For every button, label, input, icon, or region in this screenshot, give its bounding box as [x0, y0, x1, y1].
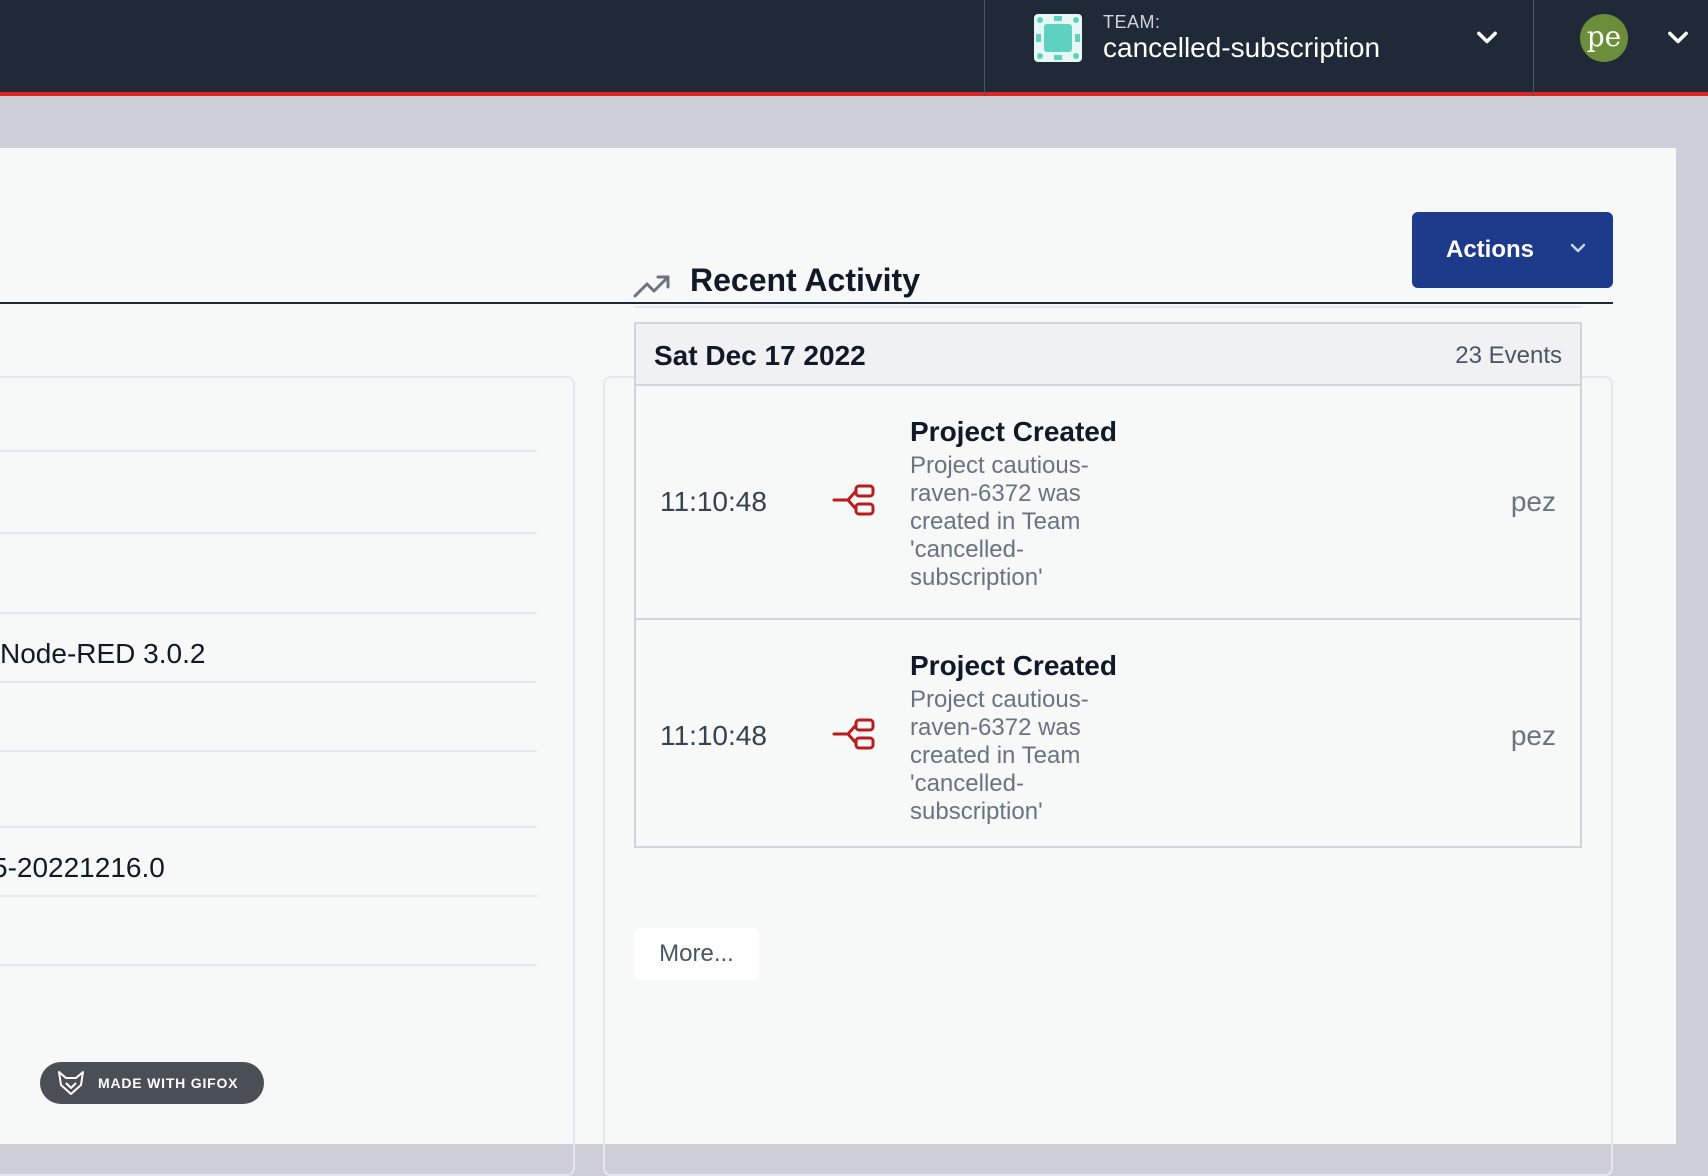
- event-time: 11:10:48: [660, 720, 767, 751]
- user-avatar[interactable]: pe: [1580, 14, 1628, 62]
- gifox-watermark: MADE WITH GIFOX: [40, 1062, 264, 1104]
- team-switcher[interactable]: TEAM: cancelled-subscription: [984, 0, 1534, 96]
- fox-icon: [58, 1071, 84, 1095]
- chevron-down-icon[interactable]: [1473, 24, 1501, 52]
- event-user: pez: [1510, 486, 1556, 517]
- row-divider: [0, 532, 537, 534]
- activity-day-header: Sat Dec 17 2022 23 Events: [636, 324, 1580, 386]
- event-user: pez: [1510, 720, 1556, 751]
- row-divider: [0, 681, 537, 683]
- actions-button[interactable]: Actions: [1412, 212, 1613, 288]
- node-red-version: Node-RED 3.0.2: [0, 638, 206, 669]
- activity-day-group: Sat Dec 17 2022 23 Events 11:10:48 Proje…: [634, 322, 1582, 848]
- trending-up-icon: [633, 275, 670, 298]
- gifox-text: MADE WITH GIFOX: [98, 1075, 239, 1091]
- top-navigation-bar: TEAM: cancelled-subscription pe: [0, 0, 1708, 96]
- actions-button-label: Actions: [1446, 236, 1535, 263]
- chevron-down-icon[interactable]: [1664, 24, 1692, 52]
- team-logo-icon: [1034, 14, 1082, 62]
- event-description: Project cautious-raven-6372 was created …: [910, 452, 1089, 591]
- event-description: Project cautious-raven-6372 was created …: [910, 686, 1089, 825]
- chevron-down-icon: [1570, 243, 1586, 253]
- row-divider: [0, 826, 537, 828]
- row-divider: [0, 895, 537, 897]
- event-title: Project Created: [910, 650, 1117, 681]
- event-time: 11:10:48: [660, 486, 767, 517]
- more-button[interactable]: More...: [634, 928, 759, 980]
- team-name: cancelled-subscription: [1103, 32, 1381, 63]
- recent-activity-divider: [634, 306, 1582, 308]
- activity-date: Sat Dec 17 2022: [654, 340, 866, 371]
- event-title: Project Created: [910, 416, 1117, 447]
- header-divider: [0, 302, 1613, 304]
- activity-event-row: 11:10:48 Project Created Project cautiou…: [636, 618, 1580, 852]
- row-divider: [0, 450, 537, 452]
- row-divider: [0, 612, 537, 614]
- recent-activity-title: Recent Activity: [690, 262, 920, 298]
- events-count: 23 Events: [1455, 342, 1562, 369]
- row-divider: [0, 964, 537, 966]
- project-flow-icon: [832, 484, 875, 516]
- launcher-version: 5-20221216.0: [0, 852, 165, 883]
- activity-event-row: 11:10:48 Project Created Project cautiou…: [636, 386, 1580, 618]
- team-caption: TEAM:: [1103, 12, 1161, 32]
- project-flow-icon: [832, 718, 875, 750]
- row-divider: [0, 750, 537, 752]
- project-info-card: Node-RED 3.0.2 5-20221216.0: [0, 376, 575, 1176]
